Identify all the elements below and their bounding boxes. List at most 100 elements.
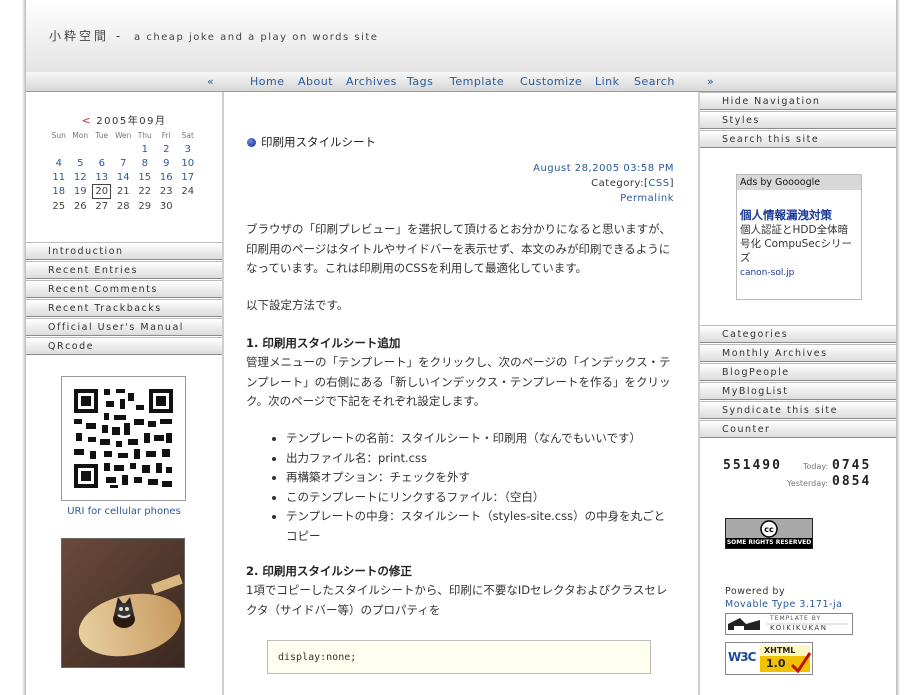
calendar-day-link[interactable]: 7 xyxy=(113,156,135,170)
permalink[interactable]: Permalink xyxy=(620,193,674,204)
menu-search-site[interactable]: Search this site xyxy=(700,130,896,148)
menu-official-manual[interactable]: Official User's Manual xyxy=(26,318,222,336)
site-name: 小粋空間 xyxy=(49,29,110,43)
menu-recent-trackbacks[interactable]: Recent Trackbacks xyxy=(26,299,222,317)
menu-blogpeople[interactable]: BlogPeople xyxy=(700,363,896,381)
code-block: display:none; xyxy=(267,640,651,674)
xhtml-text: XHTML xyxy=(764,646,796,655)
nav-archives[interactable]: Archives xyxy=(346,75,397,88)
calendar-day xyxy=(91,142,113,156)
calendar-day: 25 xyxy=(52,200,66,212)
menu-syndicate[interactable]: Syndicate this site xyxy=(700,401,896,419)
calendar-day-link[interactable]: 12 xyxy=(70,170,92,184)
nav-prev[interactable]: « xyxy=(207,75,214,88)
ad-box[interactable]: Ads by Goooogle 個人情報漏洩対策 個人認証とHDD全体暗号化 C… xyxy=(736,174,862,300)
calendar-day-link[interactable]: 15 xyxy=(134,170,156,184)
calendar-day-link[interactable]: 2 xyxy=(156,142,178,156)
nav-next[interactable]: » xyxy=(707,75,714,88)
qr-code-graphic xyxy=(62,377,185,500)
calendar-day: 30 xyxy=(159,200,173,212)
calendar-day-link[interactable]: 14 xyxy=(113,170,135,184)
menu-monthly-archives[interactable]: Monthly Archives xyxy=(700,344,896,362)
post-title-text: 印刷用スタイルシート xyxy=(261,135,376,149)
list-item: テンプレートの中身：スタイルシート（styles-site.css）の中身を丸ご… xyxy=(286,507,676,546)
list-item: 再構築オプション：チェックを外す xyxy=(286,468,676,488)
counter-today-label: Today: xyxy=(803,462,829,471)
ad-header: Ads by Goooogle xyxy=(737,175,861,190)
menu-recent-entries[interactable]: Recent Entries xyxy=(26,261,222,279)
post-date-link[interactable]: August 28,2005 03:58 PM xyxy=(533,163,674,174)
calendar-day: 22 xyxy=(138,186,152,197)
step2-text: 1項でコピーしたスタイルシートから、印刷に不要なIDセレクタおよびクラスセレクタ… xyxy=(246,583,668,617)
menu-recent-comments[interactable]: Recent Comments xyxy=(26,280,222,298)
calendar-day-link[interactable]: 8 xyxy=(134,156,156,170)
nav-tags[interactable]: Tags xyxy=(407,75,433,88)
weekday-label: Sun xyxy=(51,130,66,140)
calendar-day-link[interactable]: 16 xyxy=(156,170,178,184)
calendar-day-link[interactable]: 9 xyxy=(156,156,178,170)
calendar-day-link[interactable]: 3 xyxy=(177,142,199,156)
creative-commons-badge[interactable]: cc SOME RIGHTS RESERVED xyxy=(725,518,813,549)
weekday-label: Wen xyxy=(115,130,132,140)
calendar-day: 29 xyxy=(138,200,152,212)
site-title[interactable]: 小粋空間 - a cheap joke and a play on words … xyxy=(49,27,378,44)
calendar-day-link[interactable]: 19 xyxy=(70,184,92,199)
page-shadow-right xyxy=(896,0,900,695)
powered-by: Powered by Movable Type 3.171-ja xyxy=(725,585,842,611)
template-badge[interactable]: TEMPLATE BY KOIKIKUKAN xyxy=(725,613,853,635)
calendar-today: 20 xyxy=(91,184,113,199)
movable-type-link[interactable]: Movable Type 3.171-ja xyxy=(725,598,842,611)
ad-body: 個人認証とHDD全体暗号化 CompuSecシリーズ xyxy=(740,224,853,264)
category-link[interactable]: CSS xyxy=(648,178,669,189)
settings-list: テンプレートの名前：スタイルシート・印刷用（なんでもいいです） 出力ファイル名：… xyxy=(246,429,676,546)
calendar-day-link[interactable]: 1 xyxy=(134,142,156,156)
menu-qrcode[interactable]: QRcode xyxy=(26,337,222,355)
calendar-prev-month[interactable]: < xyxy=(82,114,93,127)
post-title[interactable]: 印刷用スタイルシート xyxy=(247,134,376,150)
calendar-day-link[interactable]: 13 xyxy=(91,170,113,184)
calendar-day-link[interactable]: 17 xyxy=(177,170,199,184)
w3c-xhtml-badge[interactable]: W3C XHTML 1.0 xyxy=(725,642,813,675)
menu-styles[interactable]: Styles xyxy=(700,111,896,129)
calendar-day-link[interactable]: 6 xyxy=(91,156,113,170)
calendar-day: 21 xyxy=(116,186,130,197)
menu-mybloglist[interactable]: MyBlogList xyxy=(700,382,896,400)
page: 小粋空間 - a cheap joke and a play on words … xyxy=(26,0,896,695)
nav-search[interactable]: Search xyxy=(634,75,675,88)
ad-title[interactable]: 個人情報漏洩対策 xyxy=(740,207,861,223)
post-intro: ブラウザの「印刷プレビュー」を選択して頂けるとお分かりになると思いますが、印刷用… xyxy=(246,222,671,275)
menu-hide-navigation[interactable]: Hide Navigation xyxy=(700,92,896,110)
nav-about[interactable]: About xyxy=(298,75,333,88)
cat-guitar-photo xyxy=(62,539,184,667)
calendar-week: 25 26 27 28 29 30 xyxy=(48,199,199,213)
calendar-day-link[interactable]: 18 xyxy=(48,184,70,199)
step1-title: 1. 印刷用スタイルシート追加 xyxy=(246,334,676,354)
calendar-day xyxy=(113,142,135,156)
step2-heading: 2. 印刷用スタイルシートの修正 xyxy=(246,564,412,578)
ad-url[interactable]: canon-sol.jp xyxy=(740,268,861,278)
title-dash: - xyxy=(115,29,124,43)
global-nav: « Home About Archives Tags Template Cust… xyxy=(26,72,896,92)
right-sidebar: Hide Navigation Styles Search this site … xyxy=(698,92,896,695)
calendar-title: <2005年09月 xyxy=(26,112,222,127)
cc-badge-text: SOME RIGHTS RESERVED xyxy=(726,539,812,546)
list-item: 出力ファイル名：print.css xyxy=(286,449,676,469)
list-item: このテンプレートにリンクするファイル：（空白） xyxy=(286,488,676,508)
menu-counter[interactable]: Counter xyxy=(700,420,896,438)
menu-categories[interactable]: Categories xyxy=(700,325,896,343)
nav-home[interactable]: Home xyxy=(250,75,284,88)
calendar-day-link[interactable]: 4 xyxy=(48,156,70,170)
calendar-day-link[interactable]: 5 xyxy=(70,156,92,170)
menu-introduction[interactable]: Introduction xyxy=(26,242,222,260)
nav-template[interactable]: Template xyxy=(450,75,504,88)
template-badge-name: KOIKIKUKAN xyxy=(770,624,828,632)
calendar-week: 18 19 20 21 22 23 24 xyxy=(48,184,199,199)
calendar-day-link[interactable]: 11 xyxy=(48,170,70,184)
nav-link[interactable]: Link xyxy=(595,75,620,88)
main-content: 印刷用スタイルシート August 28,2005 03:58 PM Categ… xyxy=(224,92,698,695)
xhtml-version: 1.0 xyxy=(766,657,786,670)
calendar-day-link[interactable]: 10 xyxy=(177,156,199,170)
nav-customize[interactable]: Customize xyxy=(520,75,582,88)
qr-caption-link[interactable]: URI for cellular phones xyxy=(26,506,222,517)
calendar-day: 26 xyxy=(73,200,87,212)
